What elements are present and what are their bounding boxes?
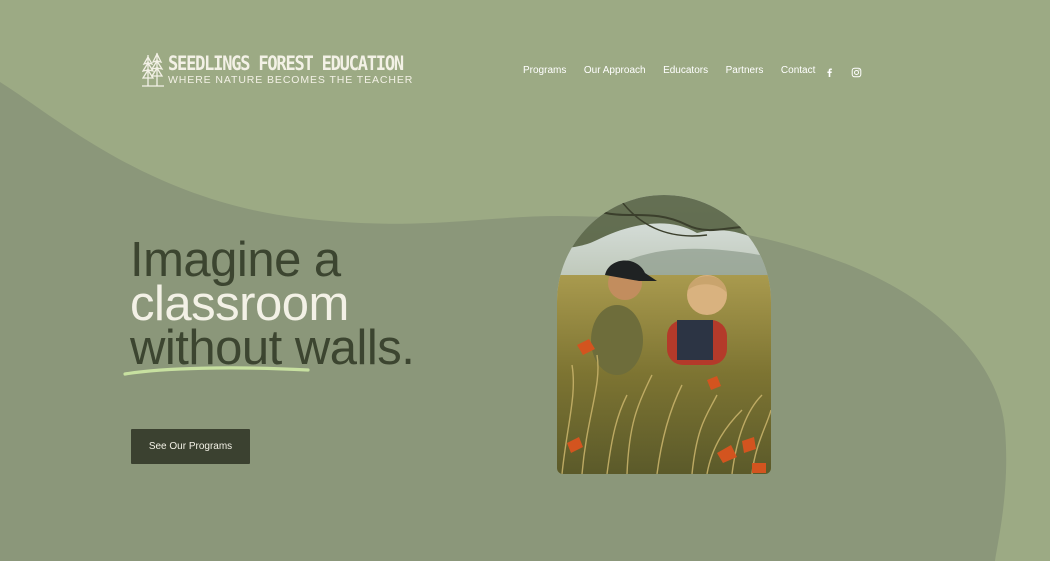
brand-name: SEEDLINGS FOREST EDUCATION bbox=[168, 52, 404, 75]
headline-line-2: classroom bbox=[130, 277, 349, 331]
facebook-icon[interactable] bbox=[824, 65, 835, 77]
trees-icon bbox=[142, 52, 164, 87]
brand-logo[interactable]: SEEDLINGS FOREST EDUCATION WHERE NATURE … bbox=[142, 52, 413, 88]
nav-item-our-approach[interactable]: Our Approach bbox=[584, 64, 646, 78]
hero-photo bbox=[557, 195, 771, 474]
nav-item-contact[interactable]: Contact bbox=[781, 64, 815, 78]
main-nav: Programs Our Approach Educators Partners… bbox=[523, 64, 833, 78]
see-programs-button[interactable]: See Our Programs bbox=[131, 429, 250, 464]
social-links bbox=[824, 65, 862, 78]
nav-item-programs[interactable]: Programs bbox=[523, 64, 566, 78]
instagram-icon[interactable] bbox=[851, 65, 862, 78]
hero-headline: Imagine a classroom without walls. bbox=[130, 233, 415, 373]
children-in-grass-image bbox=[557, 195, 771, 474]
nav-item-educators[interactable]: Educators bbox=[663, 64, 708, 78]
headline-line-1: Imagine a bbox=[130, 233, 341, 287]
nav-item-partners[interactable]: Partners bbox=[726, 64, 764, 78]
headline-underline bbox=[123, 366, 310, 376]
